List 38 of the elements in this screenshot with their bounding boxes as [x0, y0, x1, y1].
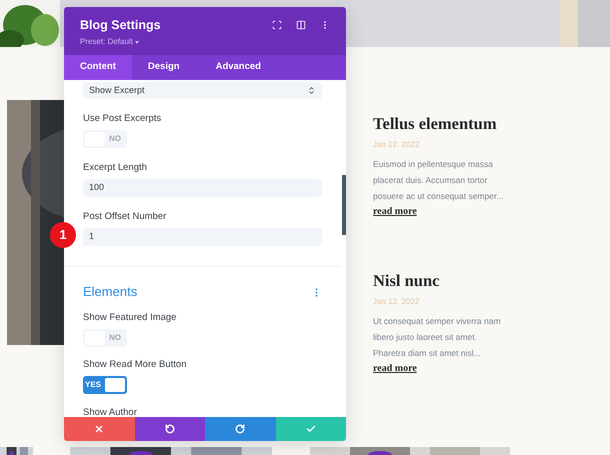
field-label: Show Featured Image	[83, 312, 178, 324]
check-icon	[306, 424, 316, 434]
field-label: Use Post Excerpts	[83, 113, 162, 125]
post-excerpt: Ut consequat semper viverra nam libero justo laoreet sit amet. Pharetra diam sit amet nisl...	[373, 315, 502, 360]
chevrons-icon	[307, 86, 316, 95]
redo-icon	[235, 424, 246, 434]
tab[interactable]: Design	[132, 55, 196, 80]
post-title: Nisl nunc	[373, 271, 440, 291]
field-label: Show Read More Button	[83, 359, 188, 371]
field-label: Show Author	[83, 407, 138, 417]
select-field[interactable]: Show Excerpt	[83, 82, 322, 99]
post-title: Tellus elementum	[373, 114, 498, 134]
post-date: Jan 12, 2022	[373, 296, 420, 308]
tab[interactable]: Advanced	[200, 55, 277, 80]
input-field[interactable]: 100	[83, 179, 322, 197]
close-icon	[94, 424, 104, 434]
redo-button[interactable]	[205, 417, 276, 441]
scrollbar[interactable]	[342, 175, 346, 235]
post-excerpt: Euismod in pellentesque massa placerat duis. Accumsan tortor posuere ac ut consequat semper...	[373, 158, 504, 203]
toggle-switch[interactable]: YES	[83, 376, 127, 394]
toggle-text: YES	[85, 379, 102, 391]
panel-title: Blog Settings	[80, 17, 161, 33]
section-heading[interactable]: Elements	[83, 284, 138, 300]
post-date: Jan 12, 2022	[373, 139, 420, 151]
undo-button[interactable]	[134, 417, 205, 441]
focus-icon[interactable]	[272, 20, 282, 30]
sidebar-icon[interactable]	[296, 20, 306, 30]
read-more-link[interactable]: read more	[373, 361, 523, 376]
undo-icon	[164, 424, 175, 434]
field-label: Excerpt Length	[83, 162, 148, 174]
toggle-knob	[105, 378, 125, 392]
input-field[interactable]: 1	[83, 228, 322, 246]
toggle-text: NO	[109, 332, 121, 344]
tab[interactable]: Content	[64, 55, 132, 80]
read-more-link[interactable]: read more	[373, 204, 523, 219]
field-label: Post Offset Number	[83, 211, 168, 223]
preset-dropdown[interactable]: Preset: Default	[80, 36, 161, 48]
toggle-text: NO	[109, 133, 121, 145]
